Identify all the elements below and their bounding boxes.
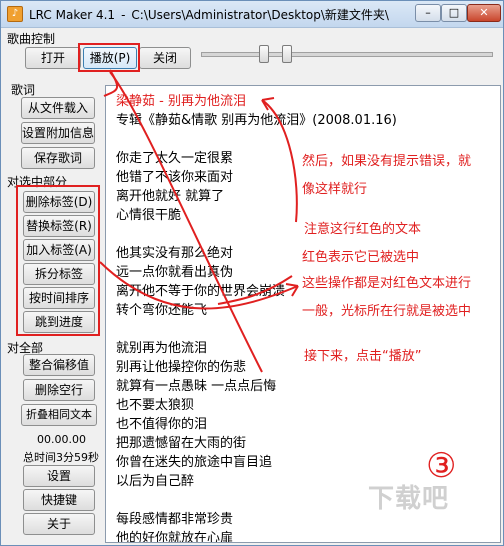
- replace-tag-button[interactable]: 替换标签(R): [23, 215, 95, 237]
- minimize-button[interactable]: –: [415, 4, 441, 22]
- lyric-line[interactable]: 把那遗憾留在大雨的街: [116, 432, 246, 451]
- app-icon: ♪: [7, 6, 23, 22]
- about-button[interactable]: 关于: [23, 513, 95, 535]
- set-extra-info-button[interactable]: 设置附加信息: [21, 122, 95, 144]
- lyric-line[interactable]: 也不要太狼狈: [116, 394, 194, 413]
- sort-by-time-button[interactable]: 按时间排序: [23, 287, 95, 309]
- open-button[interactable]: 打开: [25, 47, 81, 69]
- close-file-button[interactable]: 关闭: [139, 47, 191, 69]
- delete-blank-lines-button[interactable]: 删除空行: [23, 379, 95, 401]
- lyric-line[interactable]: 离开他不等于你的世界会崩溃: [116, 280, 285, 299]
- lyric-line[interactable]: 你曾在迷失的旅途中盲目追: [116, 451, 272, 470]
- lyric-line[interactable]: 就算有一点愚昧 一点点后悔: [116, 375, 276, 394]
- lyrics-group-label: 歌词: [11, 83, 36, 97]
- playback-slider-track[interactable]: [201, 52, 493, 57]
- lyric-line[interactable]: 别再让他操控你的伤悲: [116, 356, 246, 375]
- selected-group-label: 对选中部分: [7, 175, 68, 189]
- delete-tag-button[interactable]: 删除标签(D): [23, 191, 95, 213]
- lyric-line[interactable]: 梁静茹 - 别再为他流泪: [116, 90, 246, 109]
- merge-offset-button[interactable]: 整合徧移值: [23, 354, 95, 376]
- total-time: 总时间3分59秒: [23, 451, 99, 464]
- close-window-button[interactable]: ✕: [467, 4, 501, 22]
- lyric-line[interactable]: 专辑《静茹&情歌 别再为他流泪》(2008.01.16): [116, 109, 397, 128]
- playback-group-label: 歌曲控制: [7, 32, 56, 46]
- title-bar[interactable]: ♪ LRC Maker 4.1- C:\Users\Administrator\D…: [1, 1, 503, 28]
- lyric-line[interactable]: 每段感情都非常珍贵: [116, 508, 233, 527]
- split-tag-button[interactable]: 拆分标签: [23, 263, 95, 285]
- load-from-file-button[interactable]: 从文件载入: [21, 97, 95, 119]
- lyric-line[interactable]: 离开他就好 就算了: [116, 185, 224, 204]
- current-time: 00.00.00: [37, 433, 86, 446]
- lyric-line[interactable]: 转个弯你还能飞: [116, 299, 207, 318]
- file-path: C:\Users\Administrator\Desktop\新建文件夹\别再为…: [131, 8, 389, 22]
- lyric-line[interactable]: 你走了太久一定很累: [116, 147, 233, 166]
- jump-to-progress-button[interactable]: 跳到进度: [23, 311, 95, 333]
- lrc-maker-window: ♪ LRC Maker 4.1- C:\Users\Administrator\D…: [0, 0, 504, 546]
- lyric-line[interactable]: 远一点你就看出真伪: [116, 261, 233, 280]
- shortcuts-button[interactable]: 快捷键: [23, 489, 95, 511]
- fold-same-text-button[interactable]: 折叠相同文本: [21, 404, 97, 426]
- lyric-line[interactable]: 就别再为他流泪: [116, 337, 207, 356]
- playback-position-thumb[interactable]: [259, 45, 269, 63]
- lyric-line[interactable]: 以后为自己醉: [116, 470, 194, 489]
- lyric-line[interactable]: 他错了不该你来面对: [116, 166, 233, 185]
- lyric-line[interactable]: 他的好你就放在心扉: [116, 527, 233, 542]
- volume-thumb[interactable]: [282, 45, 293, 63]
- lyric-line[interactable]: 心情很干脆: [116, 204, 181, 223]
- app-name: LRC Maker 4.1: [29, 8, 116, 22]
- lyric-line[interactable]: 也不值得你的泪: [116, 413, 207, 432]
- maximize-button[interactable]: □: [441, 4, 467, 22]
- window-title: LRC Maker 4.1- C:\Users\Administrator\Des…: [29, 6, 389, 23]
- save-lyrics-button[interactable]: 保存歌词: [21, 147, 95, 169]
- lyrics-editor[interactable]: 梁静茹 - 别再为他流泪 专辑《静茹&情歌 别再为他流泪》(2008.01.16)…: [105, 85, 501, 543]
- add-tag-button[interactable]: 加入标签(A): [23, 239, 95, 261]
- play-button[interactable]: 播放(P): [83, 47, 137, 69]
- lyric-line[interactable]: 他其实没有那么绝对: [116, 242, 233, 261]
- settings-button[interactable]: 设置: [23, 465, 95, 487]
